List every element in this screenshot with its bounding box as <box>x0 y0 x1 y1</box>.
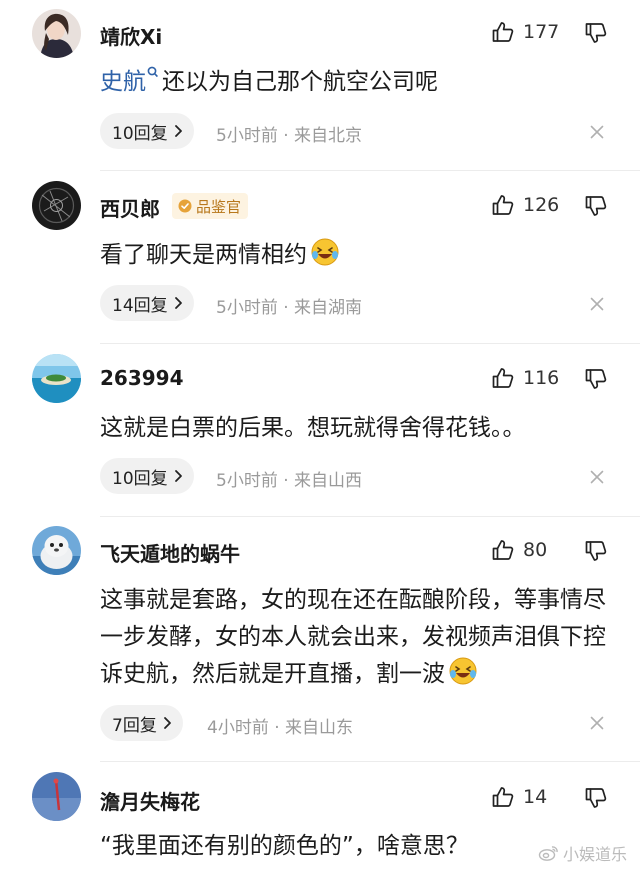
avatar[interactable] <box>32 9 81 58</box>
close-icon <box>590 470 604 484</box>
like-button[interactable]: 126 <box>491 193 559 217</box>
avatar[interactable] <box>32 526 81 575</box>
like-button[interactable]: 80 <box>491 538 547 562</box>
mention-icon <box>147 66 158 78</box>
weibo-logo-icon <box>538 846 558 861</box>
mention-link[interactable]: 史航 <box>100 69 146 95</box>
comment-text: “我里面还有别的颜色的”，啥意思？ <box>100 828 540 865</box>
chevron-right-icon <box>174 125 182 137</box>
comment-item: 西贝郎 品鉴官 126 看了聊天是两情相约 14回复 5小时前 · 来自湖南 <box>0 171 640 343</box>
close-icon <box>590 297 604 311</box>
close-icon <box>590 716 604 730</box>
laughing-crying-emoji <box>449 657 477 685</box>
badge-label: 品鉴官 <box>196 197 242 216</box>
dislike-button[interactable] <box>584 367 608 391</box>
close-button[interactable] <box>590 716 604 730</box>
like-button[interactable]: 116 <box>491 366 559 390</box>
watermark: 小娱道乐 <box>538 841 627 865</box>
dislike-button[interactable] <box>584 786 608 810</box>
comment-body: “我里面还有别的颜色的”，啥意思？ <box>100 833 469 859</box>
laughing-crying-emoji <box>311 238 339 266</box>
username[interactable]: 飞天遁地的蜗牛 <box>100 538 240 567</box>
chevron-right-icon <box>174 297 182 309</box>
like-count: 14 <box>523 786 548 808</box>
avatar[interactable] <box>32 772 81 821</box>
comment-meta: 5小时前 · 来自山西 <box>216 471 363 491</box>
thumbs-up-icon <box>492 368 514 388</box>
thumbs-up-icon <box>492 195 514 215</box>
like-count: 80 <box>523 539 548 561</box>
user-badge: 品鉴官 <box>172 193 249 219</box>
comment-item: 263994 116 这就是白票的后果。想玩就得舍得花钱。。 10回复 5小时前… <box>0 344 640 516</box>
comment-body: 看了聊天是两情相约 <box>100 242 307 268</box>
badge-icon <box>178 199 192 213</box>
dislike-button[interactable] <box>584 21 608 45</box>
dislike-button[interactable] <box>584 539 608 563</box>
thumbs-up-icon <box>492 787 514 807</box>
replies-count: 14回复 <box>112 295 168 316</box>
like-count: 177 <box>523 21 560 43</box>
chevron-right-icon <box>174 470 182 482</box>
replies-button[interactable]: 7回复 <box>100 705 183 741</box>
comment-list: 靖欣Xi 177 史航 还以为自己那个航空公司呢 10回复 5小时前 · 来自北京 <box>0 0 640 869</box>
thumbs-down-icon <box>585 196 607 216</box>
comment-text: 看了聊天是两情相约 <box>100 237 620 274</box>
comment-meta: 4小时前 · 来自山东 <box>207 718 354 738</box>
like-button[interactable]: 14 <box>491 785 547 809</box>
comment-body: 这事就是套路，女的现在还在酝酿阶段，等事情尽一步发酵，女的本人就会出来，发视频声… <box>100 587 606 687</box>
comment-item: 靖欣Xi 177 史航 还以为自己那个航空公司呢 10回复 5小时前 · 来自北京 <box>0 0 640 170</box>
close-icon <box>590 125 604 139</box>
username[interactable]: 263994 <box>100 366 184 390</box>
close-button[interactable] <box>590 125 604 139</box>
comment-meta: 5小时前 · 来自北京 <box>216 126 363 146</box>
avatar[interactable] <box>32 181 81 230</box>
like-count: 126 <box>523 194 560 216</box>
thumbs-up-icon <box>492 540 514 560</box>
like-button[interactable]: 177 <box>491 20 559 44</box>
replies-count: 10回复 <box>112 123 168 144</box>
thumbs-down-icon <box>585 23 607 43</box>
thumbs-up-icon <box>492 22 514 42</box>
replies-button[interactable]: 10回复 <box>100 458 194 494</box>
comment-text: 这就是白票的后果。想玩就得舍得花钱。。 <box>100 410 620 447</box>
comment-body: 这就是白票的后果。想玩就得舍得花钱。。 <box>100 415 526 441</box>
comment-text: 这事就是套路，女的现在还在酝酿阶段，等事情尽一步发酵，女的本人就会出来，发视频声… <box>100 582 620 693</box>
username[interactable]: 澹月失梅花 <box>100 786 200 815</box>
comment-item: 飞天遁地的蜗牛 80 这事就是套路，女的现在还在酝酿阶段，等事情尽一步发酵，女的… <box>0 517 640 761</box>
comment-meta: 5小时前 · 来自湖南 <box>216 298 363 318</box>
close-button[interactable] <box>590 470 604 484</box>
like-count: 116 <box>523 367 560 389</box>
comment-body: 还以为自己那个航空公司呢 <box>162 69 438 95</box>
comment-text: 史航 还以为自己那个航空公司呢 <box>100 64 620 101</box>
replies-count: 10回复 <box>112 468 168 489</box>
thumbs-down-icon <box>585 369 607 389</box>
avatar[interactable] <box>32 354 81 403</box>
replies-button[interactable]: 10回复 <box>100 113 194 149</box>
watermark-text: 小娱道乐 <box>563 845 628 864</box>
thumbs-down-icon <box>585 541 607 561</box>
replies-count: 7回复 <box>112 715 157 736</box>
thumbs-down-icon <box>585 788 607 808</box>
username[interactable]: 西贝郎 <box>100 193 160 222</box>
close-button[interactable] <box>590 297 604 311</box>
username[interactable]: 靖欣Xi <box>100 21 162 50</box>
chevron-right-icon <box>163 717 171 729</box>
replies-button[interactable]: 14回复 <box>100 285 194 321</box>
dislike-button[interactable] <box>584 194 608 218</box>
